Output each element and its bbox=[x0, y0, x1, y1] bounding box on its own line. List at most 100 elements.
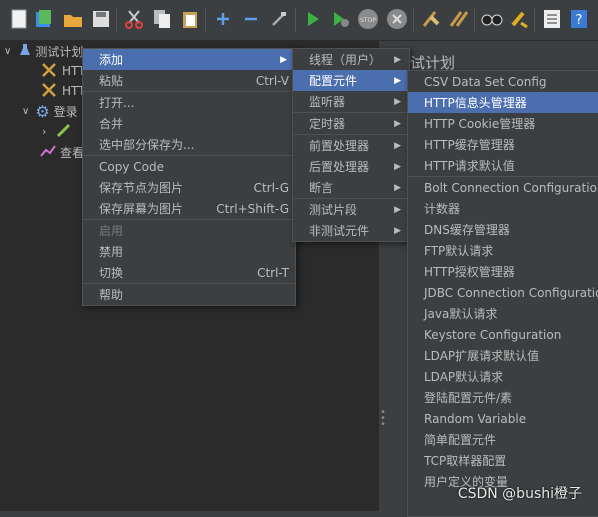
toolbar: STOP ? bbox=[0, 0, 598, 41]
start-icon[interactable] bbox=[302, 8, 324, 30]
tools-icon bbox=[40, 61, 58, 82]
menu-item-label: 保存节点为图片 bbox=[99, 181, 184, 195]
config-item-ldap-ext-defaults[interactable]: LDAP扩展请求默认值 bbox=[408, 345, 598, 366]
submenu-item-post-processor[interactable]: 后置处理器 ▶ bbox=[293, 156, 409, 177]
menu-item-enable: 启用 bbox=[83, 220, 295, 241]
chevron-right-icon[interactable]: › bbox=[42, 125, 46, 138]
menu-item-label: FTP默认请求 bbox=[424, 244, 494, 258]
save-icon[interactable] bbox=[90, 8, 112, 30]
menu-item-copy-code[interactable]: Copy Code bbox=[83, 156, 295, 177]
submenu-item-pre-processor[interactable]: 前置处理器 ▶ bbox=[293, 135, 409, 156]
reset-search-icon[interactable] bbox=[508, 8, 530, 30]
menu-item-save-selection[interactable]: 选中部分保存为... bbox=[83, 134, 295, 155]
submenu-item-test-fragment[interactable]: 测试片段 ▶ bbox=[293, 199, 409, 220]
tree-item-thread-group[interactable]: ∨ ⚙ 登录 bbox=[22, 101, 78, 121]
config-item-ldap-defaults[interactable]: LDAP默认请求 bbox=[408, 366, 598, 387]
submenu-arrow-icon: ▶ bbox=[394, 204, 401, 215]
chart-icon bbox=[40, 144, 56, 161]
context-menu: 添加 ▶ 粘贴 Ctrl-V 打开... 合并 选中部分保存为... Copy … bbox=[82, 48, 296, 306]
chevron-down-icon[interactable]: ∨ bbox=[22, 106, 29, 117]
templates-icon[interactable] bbox=[33, 8, 55, 30]
submenu-item-timer[interactable]: 定时器 ▶ bbox=[293, 113, 409, 134]
submenu-item-config-element[interactable]: 配置元件 ▶ bbox=[293, 70, 409, 91]
config-item-http-cookie-manager[interactable]: HTTP Cookie管理器 bbox=[408, 113, 598, 134]
submenu-item-listener[interactable]: 监听器 ▶ bbox=[293, 91, 409, 112]
menu-item-label: JDBC Connection Configuration bbox=[424, 285, 598, 300]
gear-icon: ⚙ bbox=[35, 101, 50, 121]
start-no-pause-icon[interactable] bbox=[330, 8, 352, 30]
clear-all-icon[interactable] bbox=[448, 8, 470, 30]
cut-icon[interactable] bbox=[123, 8, 145, 30]
chevron-down-icon[interactable]: ∨ bbox=[4, 46, 11, 57]
shutdown-icon[interactable] bbox=[386, 8, 408, 30]
expand-icon[interactable] bbox=[212, 8, 234, 30]
pipette-icon bbox=[56, 122, 72, 141]
menu-item-label: 非测试元件 bbox=[309, 224, 370, 238]
svg-text:?: ? bbox=[576, 13, 583, 28]
submenu-item-assertion[interactable]: 断言 ▶ bbox=[293, 177, 409, 198]
menu-item-label: LDAP扩展请求默认值 bbox=[424, 349, 540, 363]
stop-icon[interactable]: STOP bbox=[357, 8, 379, 30]
config-item-java-request-defaults[interactable]: Java默认请求 bbox=[408, 303, 598, 324]
tree-item-http-2[interactable]: HTT bbox=[40, 81, 85, 101]
menu-item-save-screen-image[interactable]: 保存屏幕为图片 Ctrl+Shift-G bbox=[83, 198, 295, 219]
menu-item-disable[interactable]: 禁用 bbox=[83, 241, 295, 262]
menu-item-label: 合并 bbox=[99, 117, 124, 131]
submenu-item-non-test-elements[interactable]: 非测试元件 ▶ bbox=[293, 220, 409, 241]
config-item-keystore[interactable]: Keystore Configuration bbox=[408, 324, 598, 345]
submenu-arrow-icon: ▶ bbox=[394, 225, 401, 236]
menu-item-label: 添加 bbox=[99, 53, 124, 67]
config-item-http-request-defaults[interactable]: HTTP请求默认值 bbox=[408, 155, 598, 176]
menu-item-merge[interactable]: 合并 bbox=[83, 113, 295, 134]
menu-item-label: Bolt Connection Configuration bbox=[424, 180, 598, 195]
search-icon[interactable] bbox=[481, 8, 503, 30]
function-helper-icon[interactable] bbox=[541, 8, 563, 30]
menu-item-label: 切换 bbox=[99, 266, 124, 280]
menu-item-label: 计数器 bbox=[424, 202, 461, 216]
tree-root-test-plan[interactable]: ∨ 测试计划 bbox=[4, 41, 83, 61]
menu-item-paste[interactable]: 粘贴 Ctrl-V bbox=[83, 70, 295, 91]
menu-item-open[interactable]: 打开... bbox=[83, 92, 295, 113]
tree-item-http-1[interactable]: HTT bbox=[40, 61, 85, 81]
submenu-item-threads[interactable]: 线程（用户） ▶ bbox=[293, 49, 409, 70]
menu-item-label: 断言 bbox=[309, 181, 334, 195]
collapse-icon[interactable] bbox=[240, 8, 262, 30]
config-item-http-auth-manager[interactable]: HTTP授权管理器 bbox=[408, 261, 598, 282]
paste-icon[interactable] bbox=[179, 8, 201, 30]
menu-item-label: HTTP请求默认值 bbox=[424, 159, 515, 173]
menu-item-label: HTTP授权管理器 bbox=[424, 265, 515, 279]
config-item-simple-config[interactable]: 简单配置元件 bbox=[408, 429, 598, 450]
config-item-dns-cache-manager[interactable]: DNS缓存管理器 bbox=[408, 219, 598, 240]
copy-icon[interactable] bbox=[151, 8, 173, 30]
divider-grip-icon[interactable]: • • • bbox=[380, 408, 386, 430]
tree-item-sampler[interactable]: › bbox=[42, 121, 76, 141]
menu-item-label: HTTP信息头管理器 bbox=[424, 96, 527, 110]
tree-item-listener[interactable]: 查看 bbox=[40, 142, 84, 162]
config-item-csv-data-set[interactable]: CSV Data Set Config bbox=[408, 71, 598, 92]
menu-item-label: 测试片段 bbox=[309, 203, 358, 217]
config-item-tcp-sampler-config[interactable]: TCP取样器配置 bbox=[408, 450, 598, 471]
add-submenu: 线程（用户） ▶ 配置元件 ▶ 监听器 ▶ 定时器 ▶ 前置处理器 ▶ 后置处理… bbox=[292, 48, 410, 242]
new-icon[interactable] bbox=[8, 8, 30, 30]
clear-icon[interactable] bbox=[420, 8, 442, 30]
tools-icon bbox=[40, 81, 58, 102]
config-item-ftp-request-defaults[interactable]: FTP默认请求 bbox=[408, 240, 598, 261]
menu-item-label: LDAP默认请求 bbox=[424, 370, 504, 384]
menu-item-help[interactable]: 帮助 bbox=[83, 284, 295, 305]
config-item-http-header-manager[interactable]: HTTP信息头管理器 bbox=[408, 92, 598, 113]
submenu-arrow-icon: ▶ bbox=[394, 161, 401, 172]
submenu-arrow-icon: ▶ bbox=[394, 96, 401, 107]
menu-item-add[interactable]: 添加 ▶ bbox=[83, 49, 295, 70]
config-item-jdbc-connection[interactable]: JDBC Connection Configuration bbox=[408, 282, 598, 303]
config-item-counter[interactable]: 计数器 bbox=[408, 198, 598, 219]
open-icon[interactable] bbox=[62, 8, 84, 30]
help-icon[interactable]: ? bbox=[568, 8, 590, 30]
config-item-http-cache-manager[interactable]: HTTP缓存管理器 bbox=[408, 134, 598, 155]
config-item-random-variable[interactable]: Random Variable bbox=[408, 408, 598, 429]
menu-item-save-node-image[interactable]: 保存节点为图片 Ctrl-G bbox=[83, 177, 295, 198]
config-item-bolt-connection[interactable]: Bolt Connection Configuration bbox=[408, 177, 598, 198]
submenu-arrow-icon: ▶ bbox=[394, 140, 401, 151]
menu-item-toggle[interactable]: 切换 Ctrl-T bbox=[83, 262, 295, 283]
toggle-icon[interactable] bbox=[268, 8, 290, 30]
config-item-login-config[interactable]: 登陆配置元件/素 bbox=[408, 387, 598, 408]
